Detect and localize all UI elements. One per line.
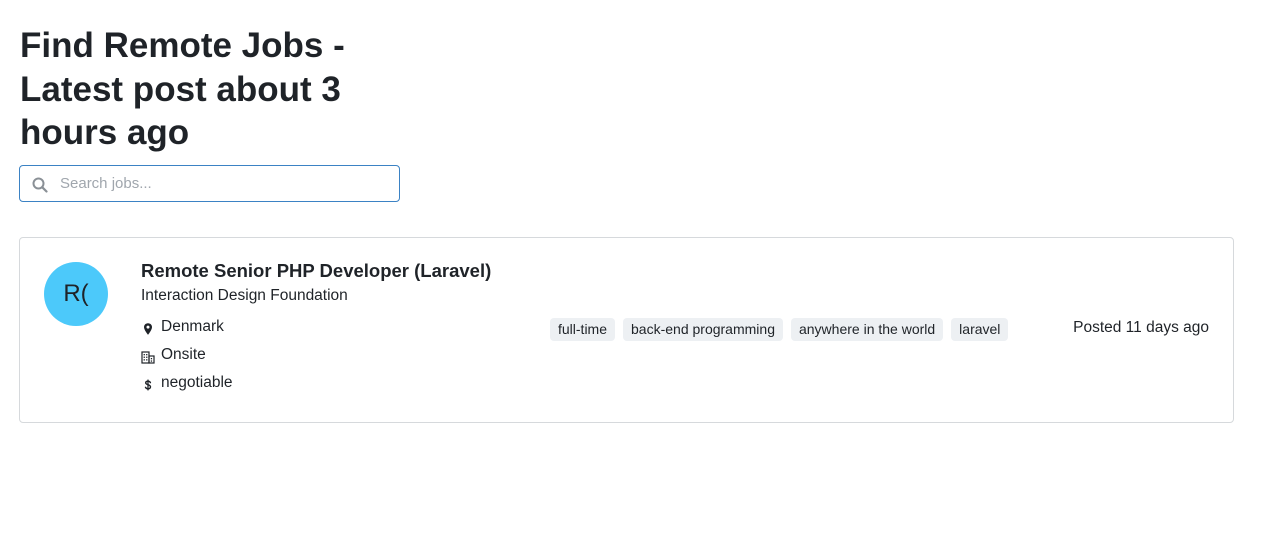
page: Find Remote Jobs - Latest post about 3 h… [0,0,1284,536]
posted-date: Posted 11 days ago [1073,319,1209,336]
company-avatar: R( [44,262,108,326]
location-text: Denmark [161,318,224,335]
map-pin-icon [141,322,155,336]
job-tag[interactable]: anywhere in the world [790,318,944,341]
job-card[interactable]: R( Remote Senior PHP Developer (Laravel)… [19,237,1234,423]
page-title: Find Remote Jobs - Latest post about 3 h… [20,26,345,152]
dollar-icon [141,378,155,392]
workplace-text: Onsite [161,346,206,363]
job-tag[interactable]: back-end programming [623,318,783,341]
job-title[interactable]: Remote Senior PHP Developer (Laravel) [141,260,491,282]
job-tag[interactable]: laravel [951,318,1009,341]
company-name: Interaction Design Foundation [141,287,348,304]
search-icon [32,177,48,193]
job-tag[interactable]: full-time [550,318,616,341]
building-icon [141,350,155,364]
search-input[interactable] [60,167,390,199]
search-box[interactable] [19,165,400,202]
job-tags: full-time back-end programming anywhere … [550,318,1009,341]
job-salary: negotiable [141,374,233,392]
salary-text: negotiable [161,374,233,391]
job-workplace: Onsite [141,346,206,364]
job-location: Denmark [141,318,224,336]
